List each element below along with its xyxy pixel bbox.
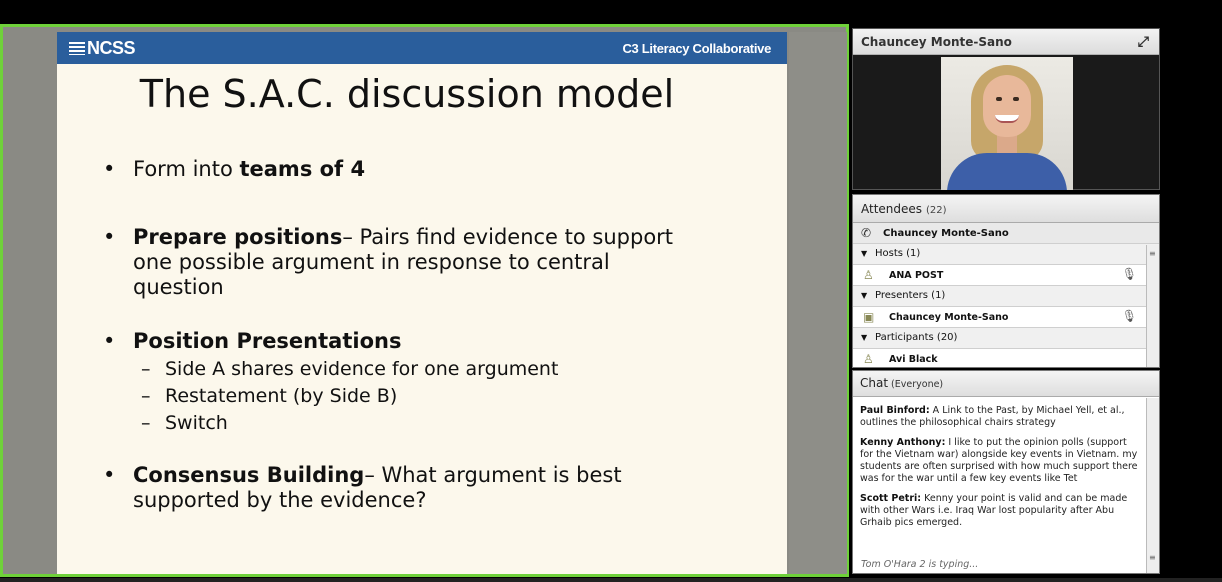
video-pod-header: Chauncey Monte-Sano ⤢ xyxy=(853,29,1159,55)
sub-dash: – xyxy=(141,385,151,407)
group-participants[interactable]: ▼ Participants (20) xyxy=(853,328,1159,349)
sub-dash: – xyxy=(141,412,151,434)
scroll-grip-icon[interactable]: ≡ xyxy=(1149,249,1157,263)
chat-message: Kenny Anthony: I like to put the opinion… xyxy=(860,437,1138,485)
attendees-title: Attendees xyxy=(861,202,923,216)
ncss-logo-text: NCSS xyxy=(87,38,136,58)
share-pod: NCSS C3 Literacy Collaborative The S.A.C… xyxy=(0,24,849,577)
collapse-triangle-icon[interactable]: ▼ xyxy=(861,291,867,300)
current-user-row[interactable]: ✆ Chauncey Monte-Sano xyxy=(853,223,1159,244)
attendees-count: (22) xyxy=(926,205,947,216)
expand-icon[interactable]: ⤢ xyxy=(1138,34,1149,50)
chat-message: Scott Petri: Kenny your point is valid a… xyxy=(860,493,1138,529)
attendee-row[interactable]: ▣ Chauncey Monte-Sano 🎙 xyxy=(853,307,1159,328)
presentation-slide: NCSS C3 Literacy Collaborative The S.A.C… xyxy=(57,32,787,574)
scroll-grip-icon[interactable]: ≡ xyxy=(1149,553,1156,562)
collapse-triangle-icon[interactable]: ▼ xyxy=(861,249,867,258)
chat-scrollbar[interactable]: ≡ xyxy=(1146,398,1159,573)
sub-bullet-text: Restatement (by Side B) xyxy=(165,385,398,407)
share-pod-side-area xyxy=(789,32,847,574)
avatar-shirt xyxy=(947,153,1067,190)
group-label: Hosts (1) xyxy=(875,248,921,259)
microphone-icon: 🎙 xyxy=(1121,267,1137,281)
bullet-bold-text: teams of 4 xyxy=(239,157,366,181)
partner-label: C3 Literacy Collaborative xyxy=(622,41,771,56)
sub-dash: – xyxy=(141,358,151,380)
avatar-eye xyxy=(996,97,1002,101)
slide-header-banner: NCSS C3 Literacy Collaborative xyxy=(57,32,787,64)
current-user-name: Chauncey Monte-Sano xyxy=(883,228,1009,239)
bullet-bold-text: Consensus Building xyxy=(133,463,365,487)
ncss-logo: NCSS xyxy=(69,38,136,59)
chat-scope: (Everyone) xyxy=(891,379,944,390)
video-pod: Chauncey Monte-Sano ⤢ xyxy=(852,28,1160,190)
group-label: Participants (20) xyxy=(875,332,958,343)
attendees-header: Attendees (22) xyxy=(853,195,1159,223)
attendee-row[interactable]: ♙ ANA POST 🎙 xyxy=(853,265,1159,286)
sub-bullet-text: Switch xyxy=(165,412,228,434)
attendee-name: Avi Black xyxy=(889,354,938,365)
attendee-name: ANA POST xyxy=(889,270,944,281)
chat-author: Scott Petri: xyxy=(860,493,922,504)
presenter-screen-icon: ▣ xyxy=(863,310,875,324)
group-presenters[interactable]: ▼ Presenters (1) xyxy=(853,286,1159,307)
bullet-dot: • xyxy=(103,463,116,487)
bullet-bold-text: Prepare positions xyxy=(133,225,343,249)
attendee-name: Chauncey Monte-Sano xyxy=(889,312,1009,323)
bottom-bar xyxy=(0,578,1222,582)
collapse-triangle-icon[interactable]: ▼ xyxy=(861,333,867,342)
presenter-name: Chauncey Monte-Sano xyxy=(861,35,1012,49)
chat-message: Paul Binford: A Link to the Past, by Mic… xyxy=(860,405,1138,429)
slide-title: The S.A.C. discussion model xyxy=(139,72,675,116)
chat-pod: Chat (Everyone) Paul Binford: A Link to t… xyxy=(852,370,1160,574)
chat-header: Chat (Everyone) xyxy=(853,371,1159,397)
bullet-dot: • xyxy=(103,225,116,249)
participant-user-icon: ♙ xyxy=(863,352,874,366)
avatar-eye xyxy=(1013,97,1019,101)
bullet-dot: • xyxy=(103,157,116,181)
bullet-text: Form into xyxy=(133,157,240,181)
attendees-scrollbar[interactable]: ≡ xyxy=(1146,245,1159,367)
attendees-pod: Attendees (22) ✆ Chauncey Monte-Sano ▼ Ho… xyxy=(852,194,1160,368)
group-label: Presenters (1) xyxy=(875,290,946,301)
chat-author: Kenny Anthony: xyxy=(860,437,946,448)
bullet-bold-text: Position Presentations xyxy=(133,329,402,353)
attendee-row[interactable]: ♙ Avi Black xyxy=(853,349,1159,367)
chat-messages: Paul Binford: A Link to the Past, by Mic… xyxy=(853,398,1145,544)
host-user-icon: ♙ xyxy=(863,268,874,282)
bullet-dot: • xyxy=(103,329,116,353)
chat-title: Chat xyxy=(860,376,889,390)
sub-bullet-text: Side A shares evidence for one argument xyxy=(165,358,559,380)
chat-author: Paul Binford: xyxy=(860,405,930,416)
group-hosts[interactable]: ▼ Hosts (1) xyxy=(853,244,1159,265)
ncss-flag-icon xyxy=(69,42,85,55)
typing-indicator: Tom O'Hara 2 is typing... xyxy=(861,559,979,570)
phone-icon: ✆ xyxy=(861,226,872,240)
avatar-face xyxy=(983,75,1031,137)
webcam-video xyxy=(941,57,1073,190)
microphone-icon: 🎙 xyxy=(1121,309,1137,323)
